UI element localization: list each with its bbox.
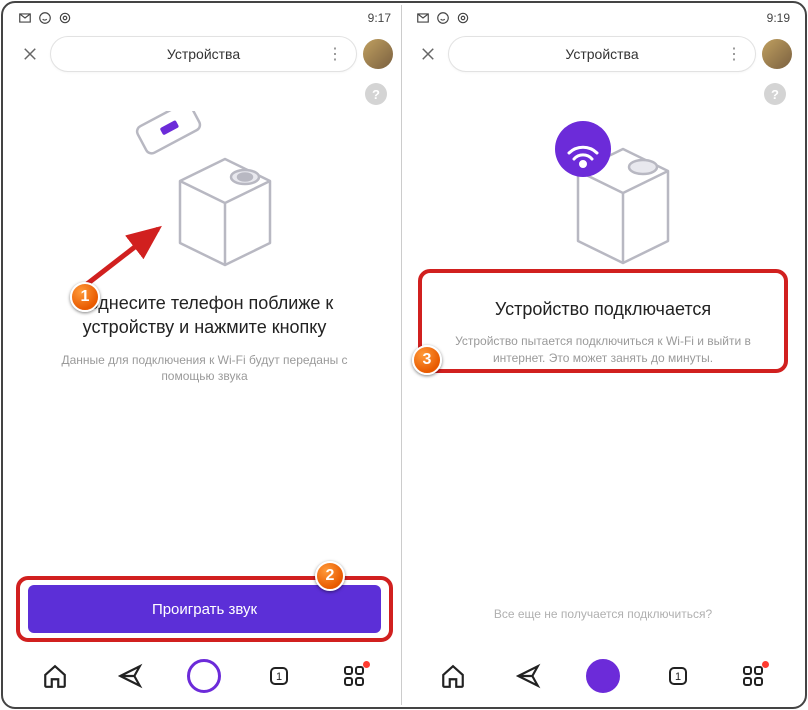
phone-screen-1: 9:17 Устройства ⋮ ? <box>8 5 402 705</box>
mail-icon <box>18 11 32 25</box>
content-area: ? <box>8 77 401 647</box>
bottom-nav: 1 <box>8 647 401 705</box>
status-time: 9:17 <box>368 11 391 25</box>
status-bar: 9:19 <box>406 5 800 31</box>
title-pill[interactable]: Устройства ⋮ <box>448 36 756 72</box>
nav-send[interactable] <box>510 658 546 694</box>
svg-text:1: 1 <box>675 671 681 683</box>
screen2-heading: Устройство подключается <box>485 297 721 321</box>
screen1-heading: Поднесите телефон поближе к устройству и… <box>28 291 381 340</box>
page-title: Устройства <box>565 46 638 62</box>
play-sound-label: Проиграть звук <box>152 601 257 618</box>
nav-menu[interactable] <box>336 658 372 694</box>
notification-dot <box>363 661 370 668</box>
app-header: Устройства ⋮ <box>8 31 401 77</box>
connecting-illustration <box>513 111 693 271</box>
nav-tabs[interactable]: 1 <box>660 658 696 694</box>
svg-text:1: 1 <box>276 671 282 683</box>
bottom-nav: 1 <box>406 647 800 705</box>
nav-alice[interactable] <box>186 658 222 694</box>
nav-send[interactable] <box>112 658 148 694</box>
notification-dot <box>762 661 769 668</box>
play-sound-button[interactable]: Проиграть звук <box>28 585 381 633</box>
nav-home[interactable] <box>37 658 73 694</box>
help-icon[interactable]: ? <box>365 83 387 105</box>
phone-screen-2: 9:19 Устройства ⋮ ? <box>406 5 800 705</box>
at-icon <box>58 11 72 25</box>
title-pill[interactable]: Устройства ⋮ <box>50 36 357 72</box>
close-button[interactable] <box>16 40 44 68</box>
status-time: 9:19 <box>767 11 790 25</box>
tutorial-frame: 9:17 Устройства ⋮ ? <box>1 1 807 709</box>
setup-illustration <box>115 111 295 271</box>
help-icon[interactable]: ? <box>764 83 786 105</box>
more-icon[interactable]: ⋮ <box>327 44 344 64</box>
avatar[interactable] <box>762 39 792 69</box>
status-bar: 9:17 <box>8 5 401 31</box>
troubleshoot-link[interactable]: Все еще не получается подключиться? <box>406 607 800 621</box>
mail-icon <box>416 11 430 25</box>
nav-home[interactable] <box>435 658 471 694</box>
screen1-subtext: Данные для подключения к Wi-Fi будут пер… <box>28 352 381 386</box>
app-header: Устройства ⋮ <box>406 31 800 77</box>
more-icon[interactable]: ⋮ <box>726 44 743 64</box>
at-icon <box>456 11 470 25</box>
close-button[interactable] <box>414 40 442 68</box>
nav-tabs[interactable]: 1 <box>261 658 297 694</box>
page-title: Устройства <box>167 46 240 62</box>
whatsapp-icon <box>436 11 450 25</box>
avatar[interactable] <box>363 39 393 69</box>
content-area: ? <box>406 77 800 647</box>
screen2-subtext: Устройство пытается подключиться к Wi-Fi… <box>426 333 780 367</box>
nav-menu[interactable] <box>735 658 771 694</box>
nav-alice[interactable] <box>585 658 621 694</box>
whatsapp-icon <box>38 11 52 25</box>
